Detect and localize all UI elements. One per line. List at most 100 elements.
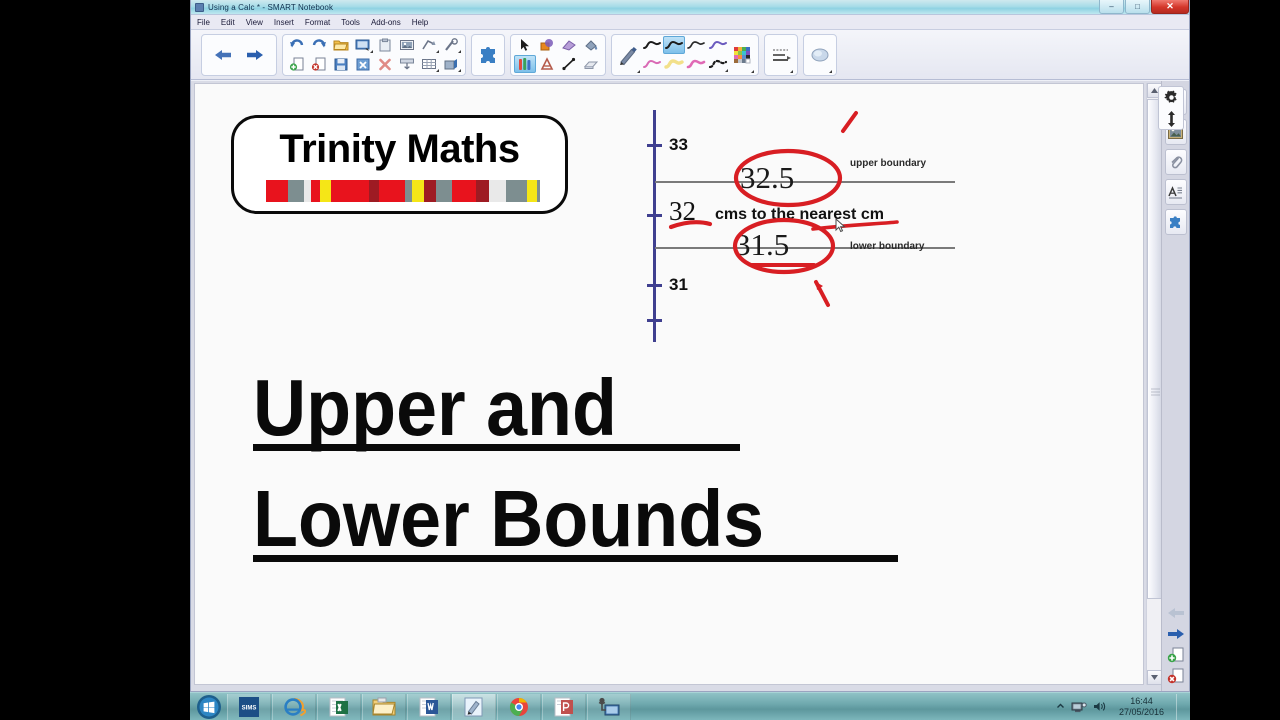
menu-item-edit[interactable]: Edit [221,18,235,27]
pen-style-magic-icon[interactable] [685,55,707,73]
fill-icon[interactable] [580,36,602,54]
add-page-icon-sidebar[interactable] [1166,646,1186,664]
menu-item-format[interactable]: Format [305,18,330,27]
text-icon[interactable] [536,55,558,73]
delete-icon[interactable] [374,55,396,73]
screen-shade-icon[interactable] [396,55,418,73]
forward-arrow-icon[interactable] [242,36,268,74]
pen-style-black-icon[interactable] [641,36,663,54]
shapes-icon[interactable] [536,36,558,54]
previous-page-icon[interactable] [1166,604,1186,622]
menu-item-view[interactable]: View [246,18,263,27]
gear-icon[interactable] [1159,87,1183,108]
next-page-icon[interactable] [1166,625,1186,643]
menu-item-tools[interactable]: Tools [341,18,360,27]
taskbar-folder[interactable] [362,693,406,720]
delete-page-icon-sidebar[interactable] [1166,667,1186,685]
pen-style-blue-icon[interactable] [663,36,685,54]
measurement-tool-icon[interactable] [440,55,462,73]
close-button[interactable]: ✕ [1151,0,1189,14]
vertical-scrollbar[interactable] [1146,83,1162,685]
pen-style-col-2 [663,36,685,73]
pen-style-pink-icon[interactable] [641,55,663,73]
taskbar-smart-board-tools[interactable] [587,693,631,720]
trinity-maths-logo[interactable]: Trinity Maths [231,115,568,214]
insert-picture-icon[interactable] [396,36,418,54]
pen-style-dashed-icon[interactable] [707,55,729,73]
line-properties-icon[interactable] [768,36,794,74]
taskbar-powerpoint[interactable] [542,693,586,720]
color-palette-icon[interactable] [729,36,755,74]
toolbar-col-4 [352,36,374,73]
screen-capture-icon[interactable] [352,36,374,54]
magic-pen-icon[interactable] [440,36,462,54]
taskbar-sims[interactable]: SIMS [227,693,271,720]
open-file-icon[interactable] [330,36,352,54]
pen-style-green-icon[interactable] [685,36,707,54]
taskbar-smart-notebook[interactable] [452,693,496,720]
logo-bar-segment [304,180,311,202]
toolbar-col-8 [440,36,462,73]
back-arrow-icon[interactable] [210,36,236,74]
addons-group [471,33,505,76]
attachments-icon[interactable] [1164,149,1187,175]
eraser-icon[interactable] [558,36,580,54]
move-resize-icon[interactable] [1159,108,1183,129]
undo-icon[interactable] [286,36,308,54]
transparency-icon[interactable] [807,36,833,74]
logo-bar-segment [379,180,405,202]
taskbar-internet-explorer[interactable] [272,693,316,720]
pen-style-col-1 [641,36,663,73]
properties-icon[interactable] [1164,179,1187,205]
addons-icon[interactable] [1164,209,1187,235]
slide-canvas[interactable]: Trinity Maths 33 32 31 32.5 31.5 upper b… [194,83,1144,685]
start-orb-icon[interactable] [192,694,226,720]
add-page-icon[interactable] [286,55,308,73]
select-arrow-icon[interactable] [514,36,536,54]
nearest-cm-caption: cms to the nearest cm [715,206,884,223]
addons-puzzle-icon[interactable] [475,36,501,74]
taskbar-clock[interactable]: 16:44 27/05/2016 [1113,696,1170,718]
show-desktop-button[interactable] [1176,693,1186,720]
pens-icon[interactable] [514,55,536,73]
minimize-button[interactable]: – [1099,0,1124,14]
redo-icon[interactable] [308,36,330,54]
logo-bar-segment [412,180,424,202]
toolbar-col-6 [396,36,418,73]
title-bar[interactable]: Using a Calc * - SMART Notebook – □ ✕ [191,0,1189,15]
pen-style-purple-icon[interactable] [707,36,729,54]
menu-item-insert[interactable]: Insert [274,18,294,27]
menu-item-addons[interactable]: Add-ons [371,18,401,27]
drawing-tools-group [510,33,606,76]
scroll-down-button[interactable] [1147,670,1162,685]
tray-volume-icon[interactable] [1093,700,1107,713]
delete-page-icon[interactable] [308,55,330,73]
taskbar-chrome[interactable] [497,693,541,720]
scrollbar-thumb[interactable] [1147,99,1162,599]
pen-tool-icon[interactable] [615,36,641,74]
slide-title[interactable]: Upper and Lower Bounds [253,366,1053,562]
eraser-block-icon[interactable] [580,55,602,73]
taskbar: SIMS 16:44 27/05/2016 [190,692,1190,720]
tray-arrow-icon[interactable] [1056,702,1065,711]
menu-item-help[interactable]: Help [412,18,428,27]
taskbar-word[interactable] [407,693,451,720]
logo-bar-segment [405,180,412,202]
tools-col-2 [536,36,558,73]
tray-network-icon[interactable] [1071,700,1087,714]
menu-item-file[interactable]: File [197,18,210,27]
shape-recognition-icon[interactable] [418,36,440,54]
line-icon[interactable] [558,55,580,73]
table-icon[interactable] [418,55,440,73]
close-page-icon[interactable] [352,55,374,73]
color-palette-col [729,36,755,74]
taskbar-excel[interactable] [317,693,361,720]
pen-style-yellow-highlighter-icon[interactable] [663,55,685,73]
axis-label-33: 33 [669,135,688,154]
save-icon[interactable] [330,55,352,73]
tools-col-4 [580,36,602,73]
axis-label-32: 32 [669,196,696,226]
paste-icon[interactable] [374,36,396,54]
upper-bound-value: 32.5 [740,160,795,195]
maximize-button[interactable]: □ [1125,0,1150,14]
